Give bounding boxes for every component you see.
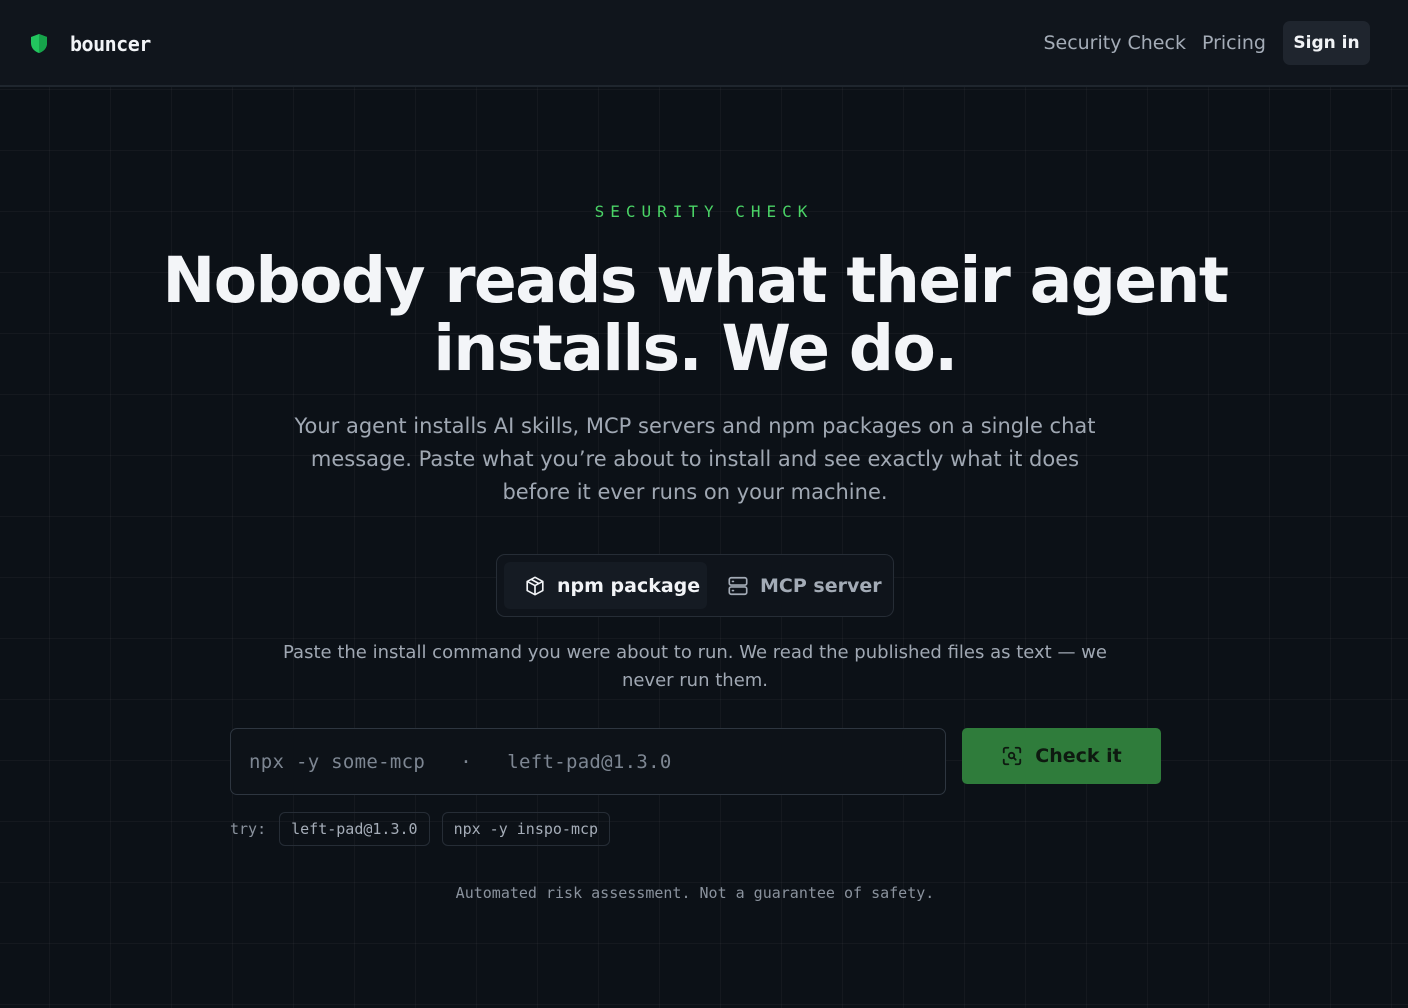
sign-in-button[interactable]: Sign in	[1283, 21, 1370, 65]
install-command-input[interactable]	[230, 728, 946, 795]
section-eyebrow: SECURITY CHECK	[594, 202, 814, 221]
package-icon	[526, 575, 544, 596]
install-type-toggle: npm package MCP server	[496, 554, 894, 617]
example-chip-inspo-mcp[interactable]: npx -y inspo-mcp	[441, 812, 611, 846]
top-nav: bouncer Security Check Pricing Sign in	[0, 0, 1408, 87]
nav-security-check[interactable]: Security Check	[1043, 32, 1186, 54]
example-chip-left-pad[interactable]: left-pad@1.3.0	[279, 812, 430, 846]
shield-icon	[30, 33, 50, 55]
tab-mcp-label: MCP server	[760, 574, 882, 597]
server-icon	[728, 576, 748, 595]
safety-disclaimer: Automated risk assessment. Not a guarant…	[455, 884, 935, 902]
brand-name: bouncer	[70, 32, 151, 56]
tab-mcp-server[interactable]: MCP server	[727, 562, 887, 609]
install-hint: Paste the install command you were about…	[283, 642, 1107, 691]
tab-npm-label: npm package	[557, 574, 701, 597]
tab-npm-package[interactable]: npm package	[504, 562, 707, 609]
hero-headline: Nobody reads what their agent installs. …	[162, 244, 1229, 385]
nav-links: Security Check Pricing Sign in	[1043, 21, 1370, 65]
hero-subtitle: Your agent installs AI skills, MCP serve…	[294, 414, 1096, 504]
scan-icon	[1003, 746, 1022, 766]
try-label: try:	[230, 820, 267, 838]
nav-pricing[interactable]: Pricing	[1202, 32, 1266, 54]
check-it-label: Check it	[1035, 745, 1122, 767]
check-it-button[interactable]: Check it	[962, 728, 1161, 784]
brand-logo[interactable]: bouncer	[30, 32, 151, 56]
example-suggestions: try: left-pad@1.3.0 npx -y inspo-mcp	[230, 812, 622, 846]
